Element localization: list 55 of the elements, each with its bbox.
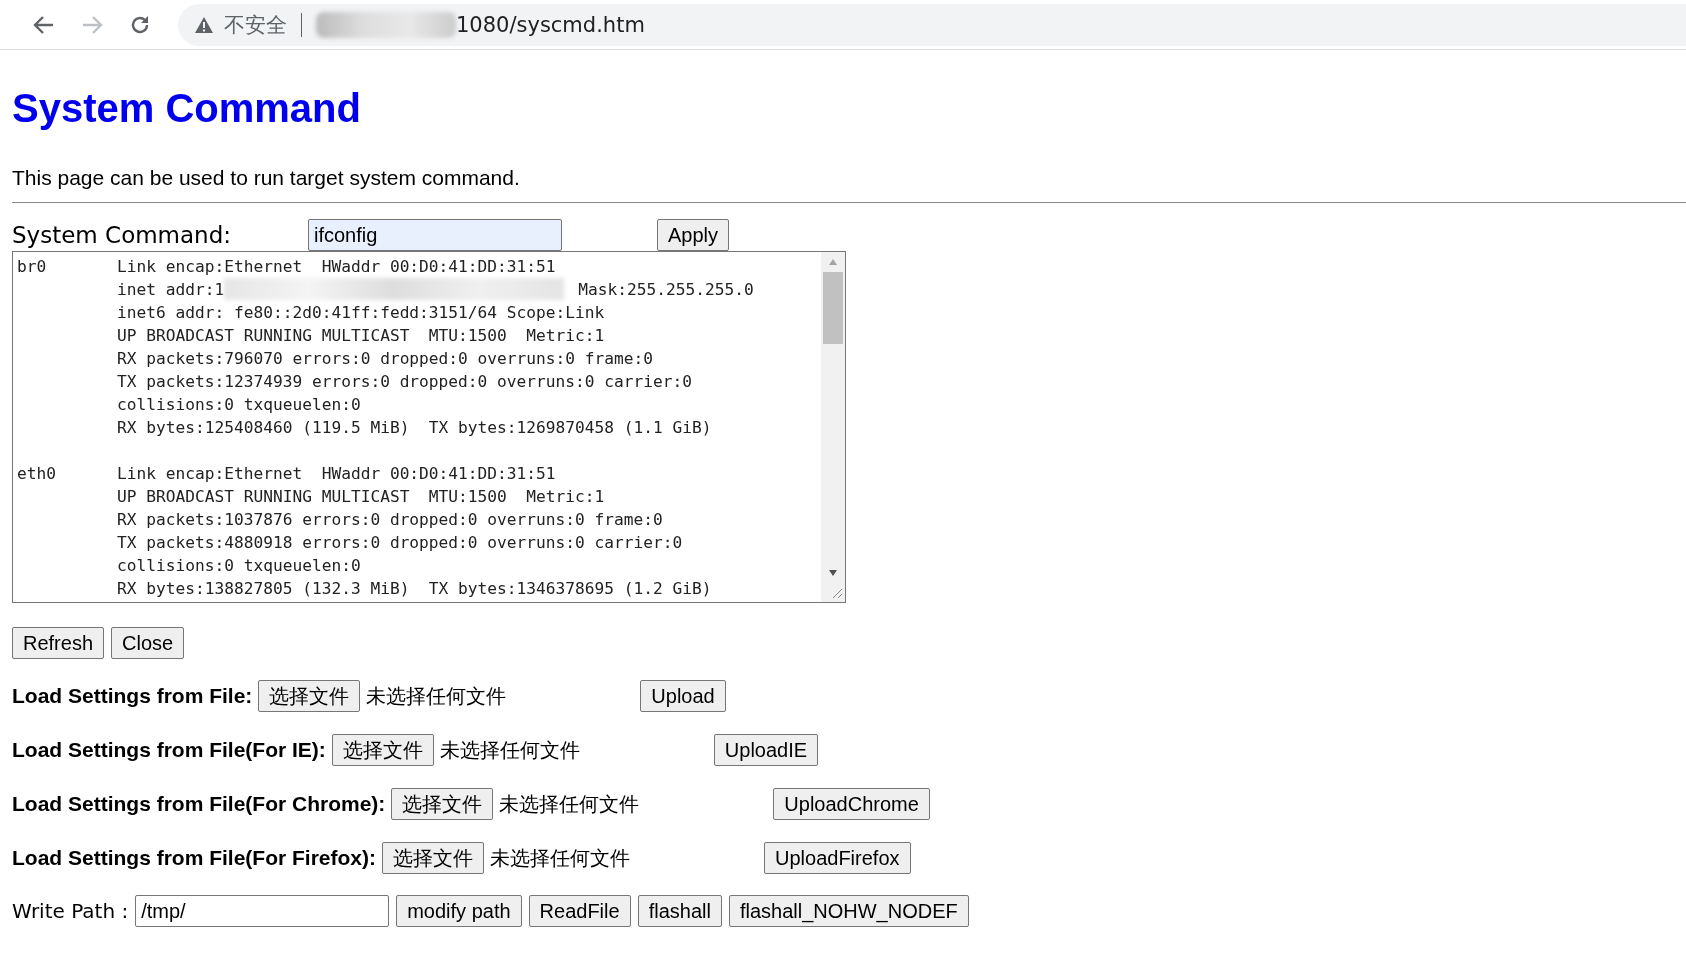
output-line: TX packets:4880918 errors:0 dropped:0 overruns:0 carrier:0 (117, 532, 683, 554)
command-field[interactable]: ifconfig (308, 219, 562, 251)
file-status: 未选择任何文件 (490, 844, 630, 872)
page-title: System Command (12, 86, 362, 131)
output-line: Link encap:Ethernet HWaddr 00:D0:41:DD:31:51 (117, 463, 556, 485)
address-bar[interactable]: 不安全 1080/syscmd.htm (178, 3, 1686, 46)
choose-file-button[interactable]: 选择文件 (391, 788, 494, 820)
output-line: inet addr:1 (117, 279, 225, 301)
scrollbar[interactable] (821, 252, 845, 602)
url-text: 1080/syscmd.htm (456, 12, 645, 37)
field-label: Load Settings from File(For Firefox): (12, 846, 376, 870)
file-status: 未选择任何文件 (366, 682, 507, 710)
output-line: RX bytes:125408460 (119.5 MiB) TX bytes:1269870458 (1.1 GiB) (117, 417, 712, 439)
output-line: Link encap:Ethernet HWaddr 00:D0:41:DD:31:51 (117, 256, 556, 278)
choose-file-button[interactable]: 选择文件 (258, 680, 361, 712)
path-action-button[interactable]: flashall (637, 895, 722, 927)
path-action-button[interactable]: ReadFile (528, 895, 631, 927)
output-line: RX packets:796070 errors:0 dropped:0 overruns:0 frame:0 (117, 348, 653, 370)
choose-file-button[interactable]: 选择文件 (382, 842, 484, 874)
output-line: RX bytes:138827805 (132.3 MiB) TX bytes:1346378695 (1.2 GiB) (117, 578, 712, 600)
action-button[interactable]: Refresh (12, 627, 105, 659)
resize-grip-icon[interactable] (831, 587, 843, 599)
choose-file-button[interactable]: 选择文件 (331, 734, 434, 766)
security-label: 不安全 (224, 11, 287, 39)
output-line: collisions:0 txqueuelen:0 (117, 555, 361, 577)
file-status: 未选择任何文件 (439, 736, 580, 764)
scroll-down-icon[interactable] (828, 569, 838, 577)
upload-button[interactable]: Upload (640, 680, 726, 712)
upload-button[interactable]: UploadFirefox (764, 842, 911, 874)
interface-name: eth0 (17, 463, 57, 485)
back-icon[interactable] (33, 14, 55, 35)
path-field[interactable]: /tmp/ (135, 895, 390, 927)
action-button[interactable]: Close (111, 627, 185, 659)
scrollbar-thumb[interactable] (823, 272, 843, 344)
field-label: Write Path : (12, 899, 129, 923)
output-line: UP BROADCAST RUNNING MULTICAST MTU:1500 Metric:1 (117, 486, 605, 508)
path-action-button[interactable]: flashall_NOHW_NODEF (728, 895, 969, 927)
file-status: 未选择任何文件 (499, 790, 640, 818)
output-line: collisions:0 txqueuelen:0 (117, 394, 361, 416)
warning-icon[interactable] (194, 15, 214, 34)
page-description: This page can be used to run target system command. (12, 166, 521, 190)
upload-button[interactable]: UploadIE (713, 734, 819, 766)
upload-button[interactable]: UploadChrome (773, 788, 930, 820)
output-line: RX packets:1037876 errors:0 dropped:0 overruns:0 frame:0 (117, 509, 663, 531)
output-line: TX packets:12374939 errors:0 dropped:0 overruns:0 carrier:0 (117, 371, 692, 393)
field-label: Load Settings from File(For IE): (12, 738, 326, 762)
field-label: Load Settings from File: (12, 684, 253, 708)
output-line: UP BROADCAST RUNNING MULTICAST MTU:1500 Metric:1 (117, 325, 605, 347)
interface-name: br0 (17, 256, 48, 278)
apply-button[interactable]: Apply (657, 219, 730, 251)
output-line: inet6 addr: fe80::2d0:41ff:fedd:3151/64 Scope:Link (117, 302, 605, 324)
field-label: System Command: (12, 222, 233, 248)
output-line: Mask:255.255.255.0 (578, 279, 754, 301)
field-label: Load Settings from File(For Chrome): (12, 792, 386, 816)
path-action-button[interactable]: modify path (396, 895, 522, 927)
